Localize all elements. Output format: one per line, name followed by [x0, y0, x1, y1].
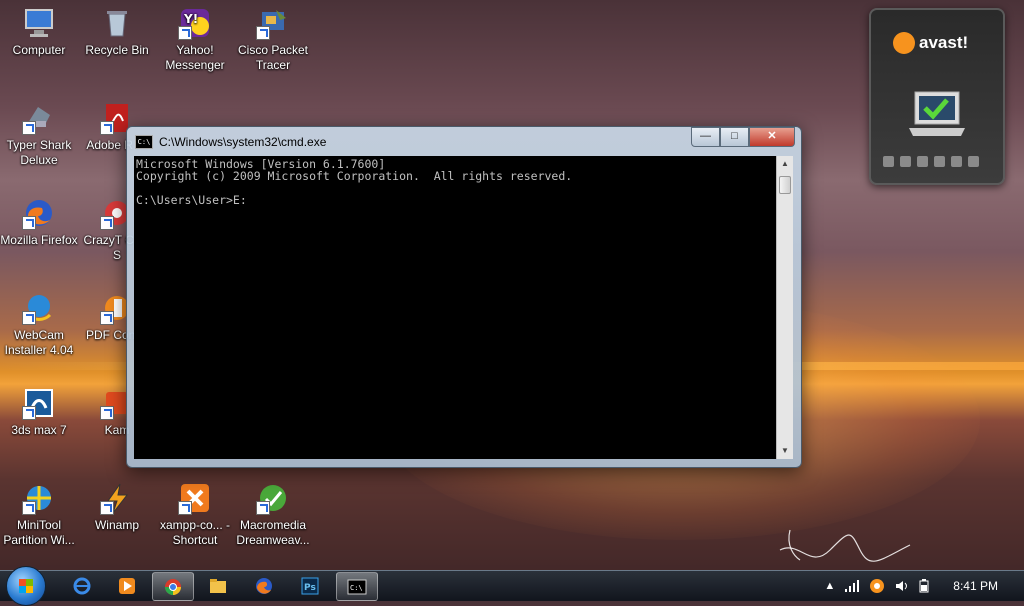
start-button[interactable]: [6, 566, 46, 606]
avast-social-icons: [883, 156, 979, 167]
ie-icon: [73, 577, 91, 594]
show-hidden-icons-icon[interactable]: ▲: [824, 580, 835, 592]
cmd-icon: C:\: [347, 579, 367, 594]
avast-gadget[interactable]: avast!: [869, 8, 1005, 185]
chrome-icon: [165, 578, 181, 595]
volume-icon[interactable]: [895, 579, 909, 593]
desktop-icon-xampp[interactable]: xampp-co... - Shortcut: [156, 481, 234, 548]
taskbar-ie[interactable]: [62, 572, 102, 599]
dreamweaver-icon: [256, 481, 290, 515]
desktop-icon-label: xampp-co... - Shortcut: [159, 518, 231, 547]
cmd-title: C:\Windows\system32\cmd.exe: [159, 135, 327, 149]
recycle-bin-icon: [100, 6, 134, 40]
typer-shark-icon: [22, 101, 56, 135]
console-prompt-line: C:\Users\User>E:: [136, 193, 247, 207]
taskbar-chrome[interactable]: [152, 572, 194, 601]
rss-icon[interactable]: [968, 156, 979, 167]
taskbar-firefox[interactable]: [244, 572, 284, 599]
scroll-thumb[interactable]: [779, 176, 791, 194]
minitool-icon: [22, 481, 56, 515]
desktop-icon-label: MiniTool Partition Wi...: [3, 518, 75, 547]
yahoo-messenger-icon: Y!: [178, 6, 212, 40]
desktop-icon-label: Cisco Packet Tracer: [237, 43, 309, 72]
desktop-icon-label: Typer Shark Deluxe: [6, 138, 72, 167]
twitter-icon[interactable]: [934, 156, 945, 167]
firefox-icon: [22, 196, 56, 230]
firefox-icon: [256, 577, 272, 594]
scroll-down-icon[interactable]: ▼: [777, 443, 793, 459]
console-output[interactable]: Microsoft Windows [Version 6.1.7600] Copy…: [134, 156, 776, 459]
signature-watermark: [779, 529, 911, 562]
avast-tray-icon[interactable]: [869, 578, 885, 594]
vertical-scrollbar[interactable]: ▲ ▼: [776, 156, 793, 459]
desktop-icon-typer-shark[interactable]: Typer Shark Deluxe: [0, 101, 78, 168]
cisco-packet-tracer-icon: [256, 6, 290, 40]
facebook-icon[interactable]: [951, 156, 962, 167]
scroll-up-icon[interactable]: ▲: [777, 156, 793, 172]
desktop-icon-cisco-packet-tracer[interactable]: Cisco Packet Tracer: [234, 6, 312, 73]
window-controls: — □ ✕: [691, 127, 795, 147]
desktop-icon-minitool[interactable]: MiniTool Partition Wi...: [0, 481, 78, 548]
taskbar-clock[interactable]: 8:41 PM: [953, 579, 998, 593]
desktop-icon-computer[interactable]: Computer: [0, 6, 78, 58]
close-button[interactable]: ✕: [749, 127, 795, 147]
refresh-icon[interactable]: [917, 156, 928, 167]
battery-icon[interactable]: [919, 579, 929, 593]
protected-laptop-icon: [909, 91, 965, 136]
svg-text:Y!: Y!: [183, 12, 198, 26]
close-icon: ✕: [767, 130, 777, 142]
computer-icon: [22, 6, 56, 40]
xampp-icon: [178, 481, 212, 515]
desktop-icon-label: Mozilla Firefox: [0, 233, 78, 247]
desktop-icon-label: Recycle Bin: [85, 43, 149, 57]
cmd-icon: C:\: [135, 135, 153, 149]
svg-text:Ps: Ps: [304, 583, 316, 593]
taskbar-media[interactable]: [107, 572, 147, 599]
photoshop-icon: Ps: [301, 577, 319, 594]
desktop-icon-label: 3ds max 7: [11, 423, 67, 437]
svg-text:C:\: C:\: [350, 584, 363, 592]
desktop-icon-dreamweaver[interactable]: Macromedia Dreamweav...: [234, 481, 312, 548]
cmd-titlebar[interactable]: C:\ C:\Windows\system32\cmd.exe: [135, 133, 326, 151]
taskbar: Ps C:\ ▲ 8:41 PM: [0, 566, 1024, 606]
desktop-icon-label: WebCam Installer 4.04: [4, 328, 74, 357]
desktop-icon-label: Yahoo! Messenger: [165, 43, 225, 72]
desktop-icon-3ds-max[interactable]: 3ds max 7: [0, 386, 78, 438]
maximize-icon: □: [731, 130, 738, 142]
desktop-icon-label: Computer: [12, 43, 66, 57]
avast-logo: avast!: [893, 32, 968, 54]
minimize-button[interactable]: —: [691, 127, 720, 147]
taskbar-photoshop[interactable]: Ps: [290, 572, 330, 599]
desktop-icon-winamp[interactable]: Winamp: [78, 481, 156, 533]
desktop-icon-yahoo-messenger[interactable]: Y! Yahoo! Messenger: [156, 6, 234, 73]
maximize-button[interactable]: □: [720, 127, 749, 147]
desktop-icon-label: Macromedia Dreamweav...: [236, 518, 310, 547]
avast-ball-icon: [893, 32, 915, 54]
3ds-max-icon: [22, 386, 56, 420]
avast-brand: avast!: [919, 33, 969, 52]
signal-icon[interactable]: [845, 580, 860, 592]
desktop-icon-recycle-bin[interactable]: Recycle Bin: [78, 6, 156, 58]
media-icon: [119, 577, 135, 594]
taskbar-cmd[interactable]: C:\: [336, 572, 378, 601]
webcam-installer-icon: [22, 291, 56, 325]
minimize-icon: —: [700, 130, 711, 142]
window-icon[interactable]: [883, 156, 894, 167]
desktop-icon-firefox[interactable]: Mozilla Firefox: [0, 196, 78, 248]
desktop-icon-label: Winamp: [94, 518, 139, 532]
desktop-icon-webcam-installer[interactable]: WebCam Installer 4.04: [0, 291, 78, 358]
console-line: Copyright (c) 2009 Microsoft Corporation…: [136, 169, 573, 183]
winamp-icon: [100, 481, 134, 515]
gadget-icon[interactable]: [900, 156, 911, 167]
cmd-window[interactable]: C:\ C:\Windows\system32\cmd.exe — □ ✕ Mi…: [126, 126, 802, 468]
system-tray: ▲ 8:41 PM: [824, 571, 1024, 601]
taskbar-explorer[interactable]: [198, 572, 238, 599]
explorer-icon: [210, 578, 226, 593]
